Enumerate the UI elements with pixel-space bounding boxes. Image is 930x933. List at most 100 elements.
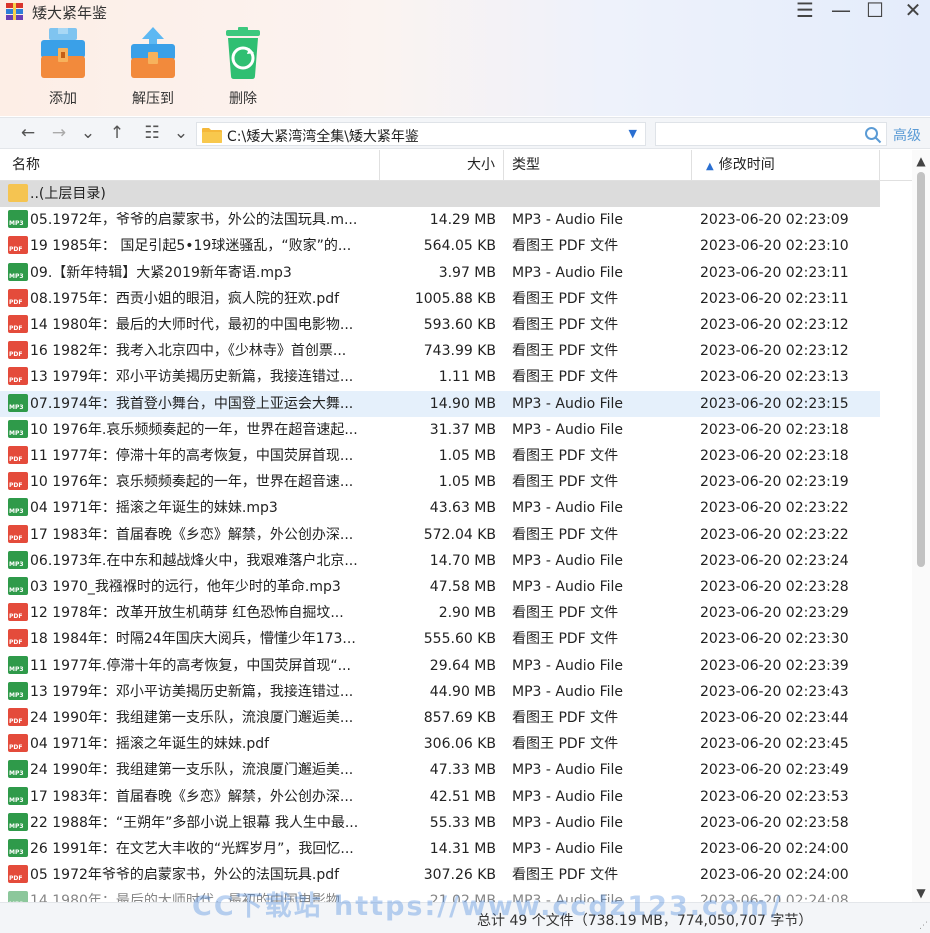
scroll-up-arrow[interactable]: ▲ bbox=[914, 154, 928, 168]
file-row[interactable]: MP3 22 1988年：“王朔年”多部小说上银幕 我人生中最... 55.33 M… bbox=[0, 810, 880, 836]
file-row[interactable]: PDF 13 1979年：邓小平访美揭历史新篇，我接连错过... 1.11 MB 看图… bbox=[0, 364, 880, 390]
column-modified-time[interactable]: ▲ 修改时间 bbox=[692, 150, 880, 181]
delete-button[interactable]: 删除 bbox=[207, 26, 279, 110]
file-name-cell: PDF 10 1976年：哀乐频频奏起的一年，世界在超音速... bbox=[8, 469, 376, 495]
file-name-cell: MP3 07.1974年：我首登小舞台，中国登上亚运会大舞... bbox=[8, 391, 376, 417]
pdf-file-icon: PDF bbox=[8, 708, 28, 726]
parent-folder-icon bbox=[8, 184, 28, 202]
file-row[interactable]: MP3 17 1983年：首届春晚《乡恋》解禁，外公创办深... 42.51 MB M… bbox=[0, 784, 880, 810]
advanced-search-link[interactable]: 高级 bbox=[893, 125, 921, 145]
file-row[interactable]: MP3 10 1976年.哀乐频频奏起的一年，世界在超音速起... 31.37 MB… bbox=[0, 417, 880, 443]
mp3-file-icon: MP3 bbox=[8, 550, 28, 569]
file-row[interactable]: MP3 05.1972年，爷爷的启蒙家书，外公的法国玩具.m... 14.29 MB… bbox=[0, 207, 880, 233]
file-list[interactable]: ..(上层目录) MP3 05.1972年，爷爷的启蒙家书，外公的法国玩具.m..… bbox=[0, 181, 880, 902]
file-row[interactable]: PDF 17 1983年：首届春晚《乡恋》解禁，外公创办深... 572.04 KB… bbox=[0, 522, 880, 548]
file-row[interactable]: PDF 14 1980年：最后的大师时代，最初的中国电影物... 593.60 KB… bbox=[0, 312, 880, 338]
search-box[interactable] bbox=[655, 122, 887, 146]
file-row[interactable]: PDF 16 1982年：我考入北京四中，《少林寺》首创票... 743.99 KB… bbox=[0, 338, 880, 364]
file-type: MP3 - Audio File bbox=[512, 657, 624, 674]
file-row[interactable]: MP3 26 1991年：在文艺大丰收的“光辉岁月”，我回忆... 14.31 MB… bbox=[0, 836, 880, 862]
close-button[interactable]: ✕ bbox=[898, 0, 928, 22]
pdf-file-icon: PDF bbox=[8, 524, 28, 543]
file-size: 44.90 MB bbox=[429, 683, 496, 700]
mp3-file-icon: MP3 bbox=[8, 839, 28, 857]
file-row[interactable]: MP3 04 1971年：摇滚之年诞生的妹妹.mp3 43.63 MB MP3 - A… bbox=[0, 495, 880, 521]
forward-button[interactable]: → bbox=[48, 122, 70, 146]
maximize-button[interactable]: ☐ bbox=[860, 0, 890, 22]
file-type: MP3 - Audio File bbox=[512, 579, 624, 595]
file-name: 17 1983年：首届春晚《乡恋》解禁，外公创办深... bbox=[30, 788, 354, 805]
file-row[interactable]: PDF 04 1971年：摇滚之年诞生的妹妹.pdf 306.06 KB 看图王 PD… bbox=[0, 731, 880, 757]
file-type: MP3 - Audio File bbox=[512, 500, 624, 517]
file-name-cell: PDF 04 1971年：摇滚之年诞生的妹妹.pdf bbox=[8, 731, 376, 757]
column-type[interactable]: 类型 bbox=[504, 150, 692, 181]
file-row[interactable]: PDF 10 1976年：哀乐频频奏起的一年，世界在超音速... 1.05 MB 看图… bbox=[0, 469, 880, 495]
file-name: 14 1980年：最后的大师时代，最初的中国电影物... bbox=[30, 317, 354, 333]
file-row[interactable]: MP3 24 1990年：我组建第一支乐队，流浪厦门邂逅美... 47.33 MB M… bbox=[0, 757, 880, 783]
file-name: 11 1977年.停滞十年的高考恢复，中国荧屏首现“... bbox=[30, 657, 351, 674]
file-row[interactable]: PDF 24 1990年：我组建第一支乐队，流浪厦门邂逅美... 857.69 KB… bbox=[0, 705, 880, 731]
file-modified-time: 2023-06-20 02:23:09 bbox=[700, 212, 849, 229]
add-button[interactable]: 添加 bbox=[27, 26, 99, 110]
mp3-file-icon: MP3 bbox=[8, 262, 28, 281]
mp3-file-icon: MP3 bbox=[8, 891, 28, 902]
file-name-cell: MP3 04 1971年：摇滚之年诞生的妹妹.mp3 bbox=[8, 495, 376, 521]
file-modified-time: 2023-06-20 02:23:24 bbox=[700, 552, 849, 569]
search-icon[interactable] bbox=[864, 126, 882, 144]
file-modified-time: 2023-06-20 02:23:30 bbox=[700, 631, 849, 648]
parent-directory-row[interactable]: ..(上层目录) bbox=[0, 181, 880, 207]
file-modified-time: 2023-06-20 02:23:39 bbox=[700, 657, 849, 674]
extract-label: 解压到 bbox=[132, 91, 174, 107]
file-name: 05.1972年，爷爷的启蒙家书，外公的法国玩具.m... bbox=[30, 212, 358, 229]
file-row[interactable]: PDF 19 1985年： 国足引起5•19球迷骚乱，“败家”的... 564.05… bbox=[0, 233, 880, 259]
extract-to-button[interactable]: 解压到 bbox=[117, 26, 189, 110]
file-modified-time: 2023-06-20 02:23:11 bbox=[700, 290, 849, 307]
column-header: 名称 大小 类型 ▲ 修改时间 bbox=[0, 150, 930, 181]
file-name-cell: MP3 06.1973年.在中东和越战烽火中，我艰难落户北京... bbox=[8, 548, 376, 574]
file-row[interactable]: MP3 03 1970_我襁褓时的远行，他年少时的革命.mp3 47.58 MB MP… bbox=[0, 574, 880, 600]
file-row[interactable]: PDF 18 1984年：时隔24年国庆大阅兵，懵懂少年173... 555.60 … bbox=[0, 626, 880, 652]
file-type: 看图王 PDF 文件 bbox=[512, 343, 619, 360]
scroll-down-arrow[interactable]: ▼ bbox=[914, 886, 928, 900]
column-name[interactable]: 名称 bbox=[0, 150, 380, 181]
file-row[interactable]: PDF 12 1978年：改革开放生机萌芽 红色恐怖自掘坟... 2.90 MB 看图… bbox=[0, 600, 880, 626]
file-row[interactable]: MP3 11 1977年.停滞十年的高考恢复，中国荧屏首现“... 29.64 MB… bbox=[0, 653, 880, 679]
back-button[interactable]: ← bbox=[17, 122, 39, 146]
resize-grip-icon[interactable]: ⋰ bbox=[919, 921, 928, 931]
view-mode-dropdown[interactable]: ⌄ bbox=[170, 122, 192, 146]
file-row[interactable]: MP3 06.1973年.在中东和越战烽火中，我艰难落户北京... 14.70 MB… bbox=[0, 548, 880, 574]
file-size: 1005.88 KB bbox=[414, 290, 496, 307]
up-level-button[interactable]: ↑ bbox=[106, 122, 128, 146]
view-mode-button[interactable]: ☷ bbox=[141, 122, 163, 146]
file-type: 看图王 PDF 文件 bbox=[512, 710, 619, 726]
file-size: 1.05 MB bbox=[438, 474, 496, 491]
column-size[interactable]: 大小 bbox=[380, 150, 504, 181]
mp3-file-icon: MP3 bbox=[8, 393, 28, 412]
address-bar[interactable]: C:\矮大紧湾湾全集\矮大紧年鉴 ▼ bbox=[196, 122, 646, 146]
scroll-thumb[interactable] bbox=[917, 172, 925, 567]
file-modified-time: 2023-06-20 02:23:18 bbox=[700, 421, 849, 438]
mp3-file-icon: MP3 bbox=[8, 812, 28, 831]
vertical-scrollbar[interactable]: ▲ ▼ bbox=[912, 150, 930, 902]
file-row[interactable]: PDF 11 1977年：停滞十年的高考恢复，中国荧屏首现... 1.05 MB 看图… bbox=[0, 443, 880, 469]
pdf-file-icon: PDF bbox=[8, 288, 28, 307]
search-input[interactable] bbox=[656, 123, 856, 145]
menu-button[interactable]: ☰ bbox=[790, 0, 820, 22]
history-dropdown-button[interactable]: ⌄ bbox=[77, 122, 99, 146]
file-size: 14.70 MB bbox=[429, 552, 496, 569]
minimize-button[interactable]: — bbox=[826, 0, 856, 22]
path-dropdown-arrow[interactable]: ▼ bbox=[629, 127, 637, 140]
file-modified-time: 2023-06-20 02:23:53 bbox=[700, 788, 849, 805]
file-row[interactable]: MP3 09.【新年特辑】大紧2019新年寄语.mp3 3.97 MB MP3 - A… bbox=[0, 260, 880, 286]
file-type: MP3 - Audio File bbox=[512, 683, 624, 700]
parent-directory-label: ..(上层目录) bbox=[30, 186, 106, 202]
file-size: 2.90 MB bbox=[438, 605, 496, 622]
file-row[interactable]: MP3 07.1974年：我首登小舞台，中国登上亚运会大舞... 14.90 MB M… bbox=[0, 390, 880, 417]
file-size: 14.90 MB bbox=[429, 395, 496, 412]
file-name-cell: PDF 17 1983年：首届春晚《乡恋》解禁，外公创办深... bbox=[8, 522, 376, 548]
file-name-cell: PDF 12 1978年：改革开放生机萌芽 红色恐怖自掘坟... bbox=[8, 600, 376, 626]
file-row[interactable]: MP3 13 1979年：邓小平访美揭历史新篇，我接连错过... 44.90 MB M… bbox=[0, 679, 880, 705]
file-row[interactable]: PDF 08.1975年：西贡小姐的眼泪，疯人院的狂欢.pdf 1005.88 KB… bbox=[0, 286, 880, 312]
file-size: 1.05 MB bbox=[438, 448, 496, 464]
file-size: 47.58 MB bbox=[429, 579, 496, 595]
